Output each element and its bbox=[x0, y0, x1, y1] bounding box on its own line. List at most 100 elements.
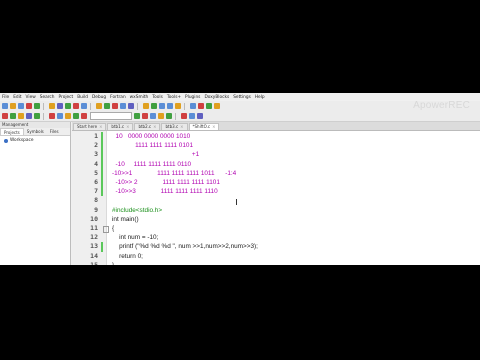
toolbar-button-icon[interactable] bbox=[2, 103, 8, 109]
code-line: 13 printf ("%d %d %d ", num >>1,num>>2,n… bbox=[72, 242, 480, 252]
toolbar-button-icon[interactable] bbox=[198, 103, 204, 109]
toolbar-button-icon[interactable] bbox=[81, 113, 87, 119]
menu-item-fortran[interactable]: Fortran bbox=[110, 95, 126, 100]
code-line: 14 return 0; bbox=[72, 252, 480, 261]
code-area[interactable]: 1 10 0000 0000 0000 1010 2 1111 1111 1111… bbox=[72, 131, 480, 265]
menu-item-help[interactable]: Help bbox=[255, 95, 265, 100]
toolbar-button-icon[interactable] bbox=[2, 113, 8, 119]
toolbar-button-icon[interactable] bbox=[158, 113, 164, 119]
menu-item-build[interactable]: Build bbox=[77, 95, 88, 100]
workspace-tree-item[interactable]: Workspace bbox=[0, 136, 70, 143]
toolbar-button-icon[interactable] bbox=[197, 113, 203, 119]
code-line: 10 int main() bbox=[72, 215, 480, 224]
menu-item-wxsmith[interactable]: wxSmith bbox=[130, 95, 149, 100]
line-number: 4 bbox=[94, 159, 98, 168]
toolbar-button-icon[interactable] bbox=[57, 103, 63, 109]
video-frame: { "menu": ["File","Edit","View","Search"… bbox=[0, 0, 480, 360]
close-icon[interactable]: × bbox=[153, 124, 156, 129]
line-number: 13 bbox=[90, 242, 98, 251]
menu-item-view[interactable]: View bbox=[26, 95, 36, 100]
tab-files[interactable]: Files bbox=[47, 128, 62, 135]
code-text: printf ("%d %d %d ", num >>1,num>>2,num>… bbox=[112, 243, 258, 251]
menu-item-project[interactable]: Project bbox=[59, 95, 74, 100]
menu-item-file[interactable]: File bbox=[2, 95, 9, 100]
toolbar-button-icon[interactable] bbox=[49, 103, 55, 109]
code-line: 15} bbox=[72, 261, 480, 265]
toolbar-button-icon[interactable] bbox=[26, 103, 32, 109]
toolbar-button-icon[interactable] bbox=[73, 103, 79, 109]
toolbar-button-icon[interactable] bbox=[142, 113, 148, 119]
toolbar-button-icon[interactable] bbox=[166, 113, 172, 119]
toolbar-button-icon[interactable] bbox=[18, 113, 24, 119]
toolbar-button-icon[interactable] bbox=[81, 103, 87, 109]
tab-symbols[interactable]: Symbols bbox=[24, 128, 47, 135]
toolbar-button-icon[interactable] bbox=[65, 113, 71, 119]
menu-item-search[interactable]: Search bbox=[40, 95, 55, 100]
editor-tab[interactable]: *ShiftO.c × bbox=[188, 123, 220, 130]
code-text: int num = -10; bbox=[112, 234, 159, 242]
editor-tab[interactable]: btb3.c × bbox=[161, 123, 188, 130]
code-text: { bbox=[112, 225, 115, 232]
toolbar-button-icon[interactable] bbox=[65, 103, 71, 109]
change-marker bbox=[101, 159, 103, 169]
change-marker bbox=[101, 168, 103, 178]
menu-item-edit[interactable]: Edit bbox=[13, 95, 21, 100]
toolbar-button-icon[interactable] bbox=[150, 113, 156, 119]
toolbar-button-icon[interactable] bbox=[34, 113, 40, 119]
toolbar-button-icon[interactable] bbox=[128, 103, 134, 109]
toolbar-button-icon[interactable] bbox=[167, 103, 173, 109]
editor-tab[interactable]: Start here × bbox=[73, 123, 107, 130]
toolbar-button-icon[interactable] bbox=[18, 103, 24, 109]
line-number: 7 bbox=[94, 187, 98, 196]
toolbar-button-icon[interactable] bbox=[120, 103, 126, 109]
build-target-select[interactable] bbox=[90, 112, 132, 120]
toolbar-button-icon[interactable] bbox=[26, 113, 32, 119]
code-line: 4 -10 1111 1111 1111 0110 bbox=[72, 159, 480, 169]
toolbar-button-icon[interactable] bbox=[189, 113, 195, 119]
fold-toggle-icon[interactable] bbox=[103, 226, 109, 233]
toolbar-button-icon[interactable] bbox=[34, 103, 40, 109]
toolbar-button-icon[interactable] bbox=[181, 113, 187, 119]
toolbar-button-icon[interactable] bbox=[57, 113, 63, 119]
code-text: -10 1111 1111 1111 0110 bbox=[112, 160, 192, 168]
code-line: 11 { bbox=[72, 224, 480, 233]
ide-window: File Edit View Search Project Build Debug Fortr… bbox=[0, 93, 480, 265]
editor-tab[interactable]: btb1.c × bbox=[107, 123, 134, 130]
toolbar-button-icon[interactable] bbox=[73, 113, 79, 119]
toolbar-button-icon[interactable] bbox=[104, 103, 110, 109]
close-icon[interactable]: × bbox=[99, 124, 102, 129]
menu-item-tools[interactable]: Tools bbox=[152, 95, 163, 100]
toolbar-button-icon[interactable] bbox=[134, 113, 140, 119]
toolbar-button-icon[interactable] bbox=[10, 103, 16, 109]
code-line: 5 -10>>1 1111 1111 1111 1011 -1:4 bbox=[72, 168, 480, 178]
editor-tab[interactable]: btb2.c × bbox=[134, 123, 161, 130]
menu-item-debug[interactable]: Debug bbox=[92, 95, 106, 100]
editor-tab-label: btb1.c bbox=[111, 124, 125, 129]
menu-item-plugins[interactable]: Plugins bbox=[185, 95, 200, 100]
mouse-cursor bbox=[236, 199, 237, 205]
secondary-toolbar bbox=[0, 111, 480, 122]
toolbar-button-icon[interactable] bbox=[49, 113, 55, 119]
toolbar-button-icon[interactable] bbox=[206, 103, 212, 109]
toolbar-button-icon[interactable] bbox=[143, 103, 149, 109]
toolbar-button-icon[interactable] bbox=[10, 113, 16, 119]
toolbar-button-icon[interactable] bbox=[175, 103, 181, 109]
toolbar-button-icon[interactable] bbox=[190, 103, 196, 109]
toolbar-button-icon[interactable] bbox=[112, 103, 118, 109]
tab-projects[interactable]: Projects bbox=[0, 128, 24, 135]
menu-item-doxyblocks[interactable]: DoxyBlocks bbox=[204, 95, 229, 100]
menu-item-tools-[interactable]: Tools+ bbox=[167, 95, 181, 100]
close-icon[interactable]: × bbox=[212, 124, 215, 129]
code-text: } bbox=[112, 261, 114, 265]
change-marker bbox=[101, 150, 103, 160]
toolbar-separator bbox=[43, 102, 44, 110]
toolbar-button-icon[interactable] bbox=[159, 103, 165, 109]
close-icon[interactable]: × bbox=[180, 124, 183, 129]
toolbar-button-icon[interactable] bbox=[214, 103, 220, 109]
toolbar-button-icon[interactable] bbox=[96, 103, 102, 109]
toolbar-button-icon[interactable] bbox=[151, 103, 157, 109]
toolbar-separator bbox=[90, 102, 91, 110]
line-number: 1 bbox=[94, 132, 98, 140]
close-icon[interactable]: × bbox=[126, 124, 129, 129]
menu-item-settings[interactable]: Settings bbox=[233, 95, 251, 100]
